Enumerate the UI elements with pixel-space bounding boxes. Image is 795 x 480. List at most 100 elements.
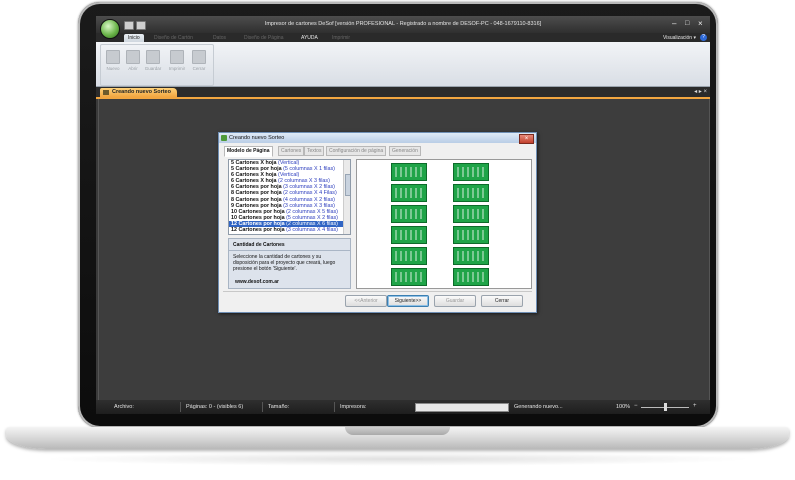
guardar-dialog-button[interactable]: Guardar <box>434 295 476 307</box>
status-archivo: Archivo: <box>114 404 134 410</box>
cerrar-button[interactable]: Cerrar <box>481 295 523 307</box>
dialog-close-button[interactable]: × <box>519 134 534 144</box>
info-website: www.desof.com.ar <box>235 279 279 285</box>
bingo-card-preview <box>391 247 427 265</box>
document-tab-strip: Creando nuevo Sorteo ◂ ▸ × <box>96 87 710 97</box>
application-menu-orb[interactable] <box>100 19 120 39</box>
nuevo-label: Nuevo <box>106 66 120 71</box>
list-item-detail: (5 columnas X 2 filas) <box>286 214 338 221</box>
page-model-list-item[interactable]: 12 Cartones por hoja (3 columnas X 4 fil… <box>229 227 350 233</box>
window-title: Impresor de cartones DeSof [versión PROF… <box>264 21 542 27</box>
list-item-detail: (Vertical) <box>278 160 300 166</box>
dialog-title-bar: Creando nuevo Sorteo × <box>219 133 536 144</box>
help-icon[interactable]: ? <box>700 34 707 41</box>
list-item-detail: (2 columnas X 5 filas) <box>286 208 338 215</box>
info-text: Seleccione la cantidad de cartones y su … <box>233 254 336 272</box>
list-item-main: 5 Cartones por hoja <box>231 166 282 173</box>
status-divider <box>262 402 263 412</box>
bingo-card-preview <box>391 184 427 202</box>
tab-diseno-carton[interactable]: Diseño de Cartón <box>154 34 193 42</box>
tab-datos[interactable]: Datos <box>213 34 226 42</box>
tab-ayuda[interactable]: AYUDA <box>301 34 318 42</box>
list-item-detail: (3 columnas X 2 filas) <box>283 184 335 191</box>
app-screen: Impresor de cartones DeSof [versión PROF… <box>96 16 710 414</box>
list-item-main: 6 Cartones X hoja <box>231 172 277 179</box>
document-tab-icon <box>103 90 109 95</box>
status-divider <box>334 402 335 412</box>
nuevo-button[interactable]: Nuevo <box>103 50 123 71</box>
list-item-detail: (3 columnas X 4 filas) <box>286 227 338 234</box>
tab-imprimir[interactable]: Imprimir <box>332 34 350 42</box>
close-document-icon <box>192 50 206 64</box>
cerrar-ribbon-button[interactable]: Cerrar <box>189 50 209 71</box>
tab-modelo-pagina[interactable]: Modelo de Página <box>224 146 273 157</box>
list-item-detail: (4 columnas X 2 filas) <box>283 196 335 203</box>
bingo-card-preview <box>391 163 427 181</box>
zoom-level: 100% <box>616 404 631 410</box>
bingo-card-preview <box>453 226 489 244</box>
page-model-list[interactable]: 5 Cartones X hoja (Vertical) 5 Cartones p… <box>228 159 351 235</box>
status-generando: Generando nuevo... <box>514 404 563 410</box>
list-item-main: 8 Cartones por hoja <box>231 190 282 197</box>
anterior-button[interactable]: <<Anterior <box>345 295 387 307</box>
cerrar-ribbon-label: Cerrar <box>192 66 206 71</box>
info-divider <box>229 250 350 251</box>
new-sorteo-dialog: Creando nuevo Sorteo × Modelo de Página … <box>218 132 537 313</box>
list-item-detail: (5 columnas X 1 filas) <box>283 166 335 173</box>
list-item-main: 9 Cartones por hoja <box>231 202 282 209</box>
tab-textos[interactable]: Textos <box>304 146 325 156</box>
save-icon <box>146 50 160 64</box>
guardar-button[interactable]: Guardar <box>143 50 163 71</box>
list-item-main: 12 Cartones por hoja <box>231 227 285 234</box>
zoom-out-icon[interactable]: − <box>634 403 638 409</box>
status-impresora: Impresora: <box>340 404 367 410</box>
minimize-button[interactable]: – <box>672 20 676 28</box>
status-tamano: Tamaño: <box>268 404 290 410</box>
title-bar: Impresor de cartones DeSof [versión PROF… <box>96 16 710 33</box>
list-item-detail: (2 columnas X 4 Filas) <box>283 190 337 197</box>
list-item-main: 6 Cartones por hoja <box>231 184 282 191</box>
document-tab[interactable]: Creando nuevo Sorteo <box>100 88 177 97</box>
siguiente-button[interactable]: Siguiente>> <box>387 295 429 307</box>
zoom-slider-knob[interactable] <box>664 403 667 411</box>
bingo-card-preview <box>453 268 489 286</box>
ribbon-group-file: Nuevo Abrir Guardar Imprimir Cerrar <box>100 44 214 86</box>
tab-diseno-pagina[interactable]: Diseño de Página <box>244 34 283 42</box>
list-item-main: 5 Cartones X hoja <box>231 160 277 166</box>
info-heading: Cantidad de Cartones <box>233 242 285 248</box>
list-scrollbar-thumb[interactable] <box>345 174 350 196</box>
tab-generacion[interactable]: Generación <box>389 146 421 156</box>
list-item-detail: (Vertical) <box>278 172 300 179</box>
bingo-card-preview <box>453 205 489 223</box>
tab-configuracion-pagina[interactable]: Configuración de página <box>326 146 387 156</box>
abrir-label: Abrir <box>128 66 138 71</box>
imprimir-button[interactable]: Imprimir <box>167 50 187 71</box>
bingo-card-preview <box>391 226 427 244</box>
imprimir-label: Imprimir <box>168 66 186 71</box>
list-item-detail: (2 columnas X 3 filas) <box>278 178 330 185</box>
laptop-shadow <box>40 452 755 466</box>
printer-icon <box>170 50 184 64</box>
list-scrollbar[interactable] <box>343 160 350 234</box>
status-bar: Archivo: Páginas: 0 - (visibles 6) Tamañ… <box>96 400 710 414</box>
bingo-card-preview <box>453 163 489 181</box>
visualizacion-menu[interactable]: Visualización ▾ <box>663 35 696 41</box>
info-panel: Cantidad de Cartones Seleccione la canti… <box>228 238 351 289</box>
zoom-in-icon[interactable]: + <box>693 403 697 409</box>
list-item-detail: (2 columnas X 6 filas) <box>286 220 338 227</box>
tab-cartones[interactable]: Cartones <box>278 146 305 156</box>
progress-bar <box>415 403 509 412</box>
bingo-card-preview <box>391 205 427 223</box>
document-tab-controls[interactable]: ◂ ▸ × <box>694 88 707 95</box>
tab-inicio[interactable]: Inicio <box>124 34 144 42</box>
abrir-button[interactable]: Abrir <box>123 50 143 71</box>
list-item-main: 12 Cartones por hoja <box>231 220 285 227</box>
status-divider <box>180 402 181 412</box>
guardar-label: Guardar <box>144 66 162 71</box>
maximize-button[interactable]: □ <box>685 20 689 28</box>
close-button[interactable]: × <box>698 20 703 28</box>
list-item-main: 6 Cartones X hoja <box>231 178 277 185</box>
bingo-card-preview <box>453 184 489 202</box>
list-item-main: 8 Cartones por hoja <box>231 196 282 203</box>
new-file-icon <box>106 50 120 64</box>
